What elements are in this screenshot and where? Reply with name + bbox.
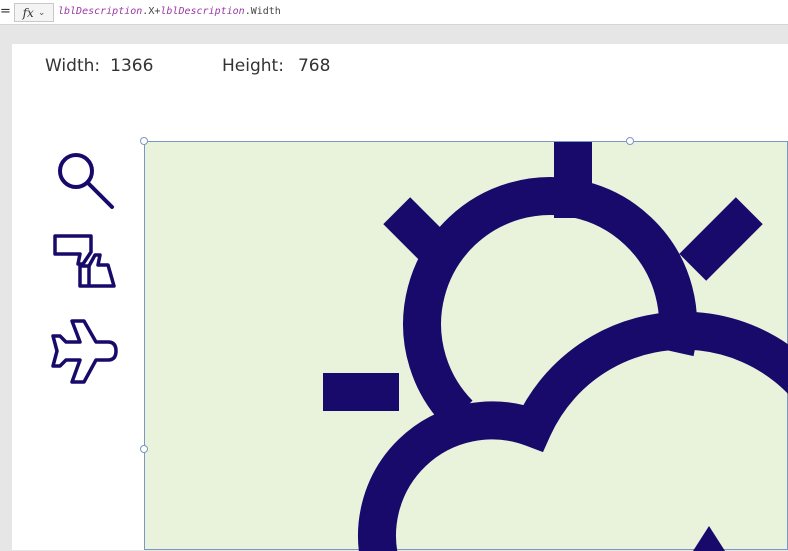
like-dislike-icon[interactable] (50, 230, 122, 302)
width-label[interactable]: Width: 1366 (45, 56, 153, 76)
chevron-down-icon: ⌄ (37, 7, 46, 18)
height-label[interactable]: Height: 768 (222, 56, 330, 76)
resize-handle-top-left[interactable] (140, 137, 148, 145)
search-icon[interactable] (54, 148, 118, 212)
formula-token-object: lblDescription (58, 6, 143, 17)
partly-cloudy-day-icon (323, 142, 788, 551)
app-canvas: Width: 1366 Height: 768 (12, 44, 788, 551)
height-value: 768 (297, 56, 331, 76)
formula-token-property: Width (250, 6, 281, 17)
fx-dropdown-button[interactable]: fx ⌄ (14, 3, 54, 22)
width-caption: Width: (45, 56, 101, 76)
height-caption: Height: (222, 56, 284, 76)
airplane-icon[interactable] (50, 316, 122, 388)
formula-token-object: lblDescription (160, 6, 245, 17)
resize-handle-middle-left[interactable] (140, 445, 148, 453)
formula-bar: = fx ⌄ lblDescription.X+lblDescription.W… (0, 0, 788, 25)
fx-label: fx (22, 5, 34, 20)
weather-image-control[interactable] (140, 137, 788, 551)
resize-handle-top-middle[interactable] (626, 137, 634, 145)
formula-input[interactable]: lblDescription.X+lblDescription.Width (58, 6, 281, 17)
equals-sign: = (0, 4, 11, 19)
width-value: 1366 (110, 56, 154, 76)
